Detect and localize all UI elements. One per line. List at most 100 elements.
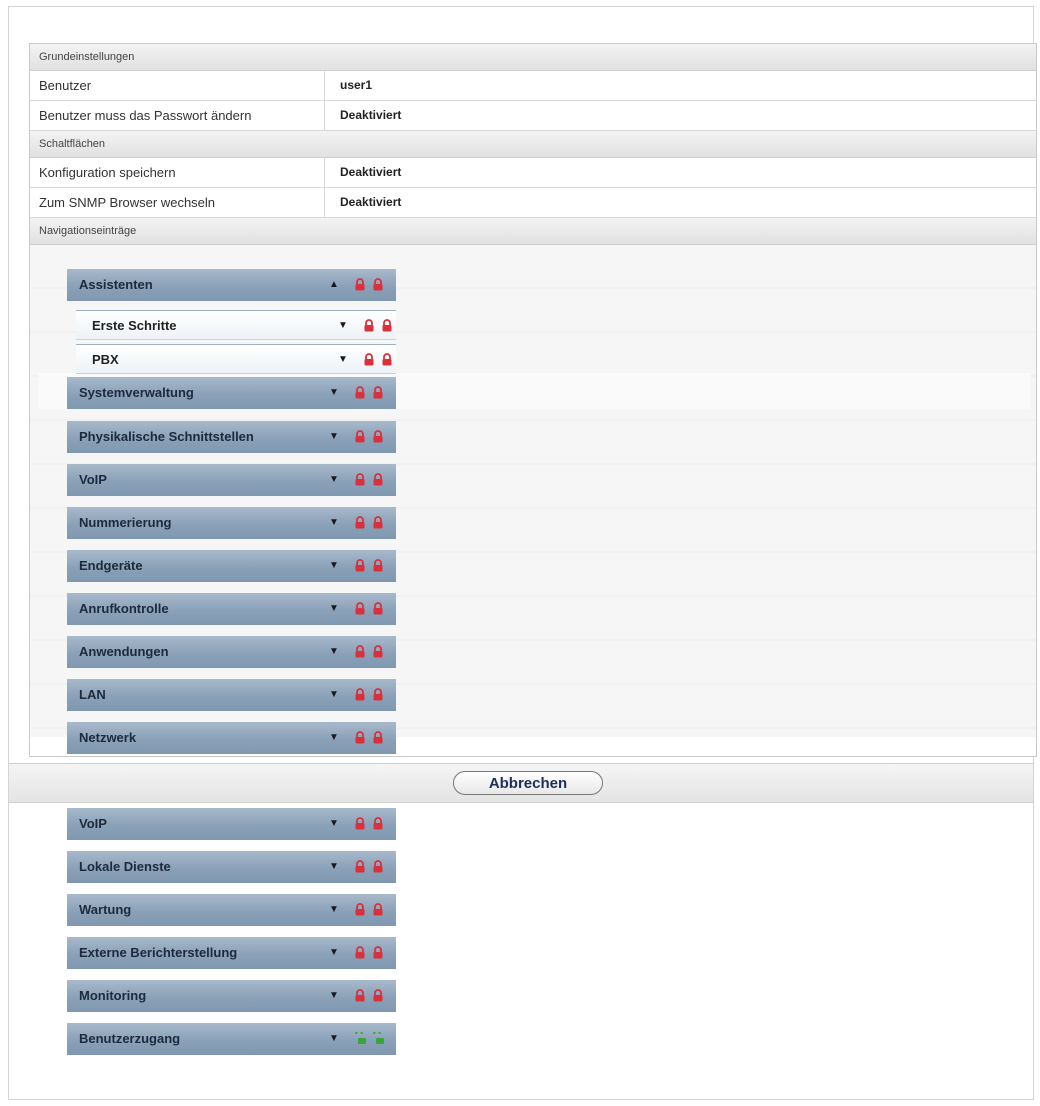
lock-icon[interactable] <box>354 688 366 701</box>
collapse-arrow-icon[interactable]: ▲ <box>329 269 339 301</box>
lock-icon[interactable] <box>372 386 384 399</box>
lock-icon[interactable] <box>372 860 384 873</box>
unlocked-icon[interactable] <box>372 1030 384 1045</box>
nav-item[interactable]: Wartung ▼ <box>67 894 396 926</box>
setting-row-user: Benutzer user1 <box>30 71 1036 101</box>
nav-item[interactable]: Anrufkontrolle ▼ <box>67 593 396 625</box>
section-header-nav: Navigationseinträge <box>30 218 1036 245</box>
expand-arrow-icon[interactable]: ▼ <box>338 345 348 375</box>
nav-item-label: VoIP <box>79 816 107 831</box>
expand-arrow-icon[interactable]: ▼ <box>329 894 339 926</box>
lock-icon[interactable] <box>372 903 384 916</box>
expand-arrow-icon[interactable]: ▼ <box>329 421 339 453</box>
lock-icon[interactable] <box>363 353 375 366</box>
lock-icon[interactable] <box>381 353 393 366</box>
nav-item[interactable]: Benutzerzugang ▼ <box>67 1023 396 1055</box>
setting-label: Benutzer muss das Passwort ändern <box>30 101 325 130</box>
lock-icon[interactable] <box>354 903 366 916</box>
setting-row-snmp-browser: Zum SNMP Browser wechseln Deaktiviert <box>30 188 1036 218</box>
nav-item[interactable]: Nummerierung ▼ <box>67 507 396 539</box>
nav-item[interactable]: Physikalische Schnittstellen ▼ <box>67 421 396 453</box>
setting-label: Benutzer <box>30 71 325 100</box>
lock-icon[interactable] <box>354 989 366 1002</box>
setting-row-password-change: Benutzer muss das Passwort ändern Deakti… <box>30 101 1036 131</box>
lock-icon[interactable] <box>381 319 393 332</box>
nav-item[interactable]: Externe Berichterstellung ▼ <box>67 937 396 969</box>
lock-icon[interactable] <box>354 559 366 572</box>
nav-item-label: Externe Berichterstellung <box>79 945 238 960</box>
lock-icon[interactable] <box>372 946 384 959</box>
nav-item-label: PBX <box>92 352 119 367</box>
nav-item[interactable]: Systemverwaltung ▼ <box>67 377 396 409</box>
nav-item-label: Anrufkontrolle <box>79 601 169 616</box>
expand-arrow-icon[interactable]: ▼ <box>329 507 339 539</box>
expand-arrow-icon[interactable]: ▼ <box>329 851 339 883</box>
nav-item-label: LAN <box>79 687 106 702</box>
lock-icon[interactable] <box>354 516 366 529</box>
lock-icon[interactable] <box>372 688 384 701</box>
nav-item[interactable]: VoIP ▼ <box>67 808 396 840</box>
setting-label: Konfiguration speichern <box>30 158 325 187</box>
nav-item-label: Lokale Dienste <box>79 859 171 874</box>
nav-item[interactable]: VoIP ▼ <box>67 464 396 496</box>
lock-icon[interactable] <box>354 430 366 443</box>
lock-icon[interactable] <box>372 278 384 291</box>
expand-arrow-icon[interactable]: ▼ <box>329 550 339 582</box>
lock-icon[interactable] <box>372 602 384 615</box>
lock-icon[interactable] <box>354 278 366 291</box>
lock-icon[interactable] <box>372 817 384 830</box>
footer-bar: Abbrechen <box>9 763 1033 803</box>
expand-arrow-icon[interactable]: ▼ <box>329 636 339 668</box>
section-header-buttons: Schaltflächen <box>30 131 1036 158</box>
nav-item[interactable]: Assistenten ▲ <box>67 269 396 301</box>
lock-icon[interactable] <box>372 430 384 443</box>
nav-item[interactable]: LAN ▼ <box>67 679 396 711</box>
lock-icon[interactable] <box>354 645 366 658</box>
nav-item[interactable]: Netzwerk ▼ <box>67 722 396 754</box>
page-frame: Grundeinstellungen Benutzer user1 Benutz… <box>8 6 1037 1100</box>
expand-arrow-icon[interactable]: ▼ <box>329 377 339 409</box>
lock-icon[interactable] <box>372 559 384 572</box>
nav-item-label: Anwendungen <box>79 644 169 659</box>
lock-icon[interactable] <box>354 602 366 615</box>
nav-item-label: Systemverwaltung <box>79 385 194 400</box>
lock-icon[interactable] <box>354 860 366 873</box>
nav-item-label: Monitoring <box>79 988 147 1003</box>
lock-icon[interactable] <box>354 473 366 486</box>
lock-icon[interactable] <box>354 731 366 744</box>
expand-arrow-icon[interactable]: ▼ <box>338 311 348 341</box>
setting-row-save-config: Konfiguration speichern Deaktiviert <box>30 158 1036 188</box>
unlocked-icon[interactable] <box>354 1030 366 1045</box>
nav-entries-area: Assistenten ▲ Erste Schritte ▼ PBX ▼ Systemver… <box>30 245 1036 1055</box>
lock-icon[interactable] <box>354 817 366 830</box>
lock-icon[interactable] <box>372 731 384 744</box>
expand-arrow-icon[interactable]: ▼ <box>329 1023 339 1055</box>
setting-label: Zum SNMP Browser wechseln <box>30 188 325 217</box>
nav-item-label: Wartung <box>79 902 132 917</box>
lock-icon[interactable] <box>363 319 375 332</box>
nav-item-label: Erste Schritte <box>92 318 177 333</box>
expand-arrow-icon[interactable]: ▼ <box>329 980 339 1012</box>
nav-item[interactable]: Endgeräte ▼ <box>67 550 396 582</box>
cancel-button[interactable]: Abbrechen <box>453 771 603 795</box>
expand-arrow-icon[interactable]: ▼ <box>329 464 339 496</box>
expand-arrow-icon[interactable]: ▼ <box>329 937 339 969</box>
lock-icon[interactable] <box>372 473 384 486</box>
nav-item[interactable]: Lokale Dienste ▼ <box>67 851 396 883</box>
nav-item[interactable]: Anwendungen ▼ <box>67 636 396 668</box>
expand-arrow-icon[interactable]: ▼ <box>329 722 339 754</box>
lock-icon[interactable] <box>372 645 384 658</box>
lock-icon[interactable] <box>372 516 384 529</box>
lock-icon[interactable] <box>372 989 384 1002</box>
expand-arrow-icon[interactable]: ▼ <box>329 593 339 625</box>
lock-icon[interactable] <box>354 386 366 399</box>
setting-value: Deaktiviert <box>340 195 402 209</box>
expand-arrow-icon[interactable]: ▼ <box>329 679 339 711</box>
nav-subitem[interactable]: Erste Schritte ▼ <box>76 310 396 340</box>
nav-item-label: Physikalische Schnittstellen <box>79 429 254 444</box>
nav-subitem[interactable]: PBX ▼ <box>76 344 396 374</box>
lock-icon[interactable] <box>354 946 366 959</box>
nav-item[interactable]: Monitoring ▼ <box>67 980 396 1012</box>
nav-item-label: VoIP <box>79 472 107 487</box>
expand-arrow-icon[interactable]: ▼ <box>329 808 339 840</box>
